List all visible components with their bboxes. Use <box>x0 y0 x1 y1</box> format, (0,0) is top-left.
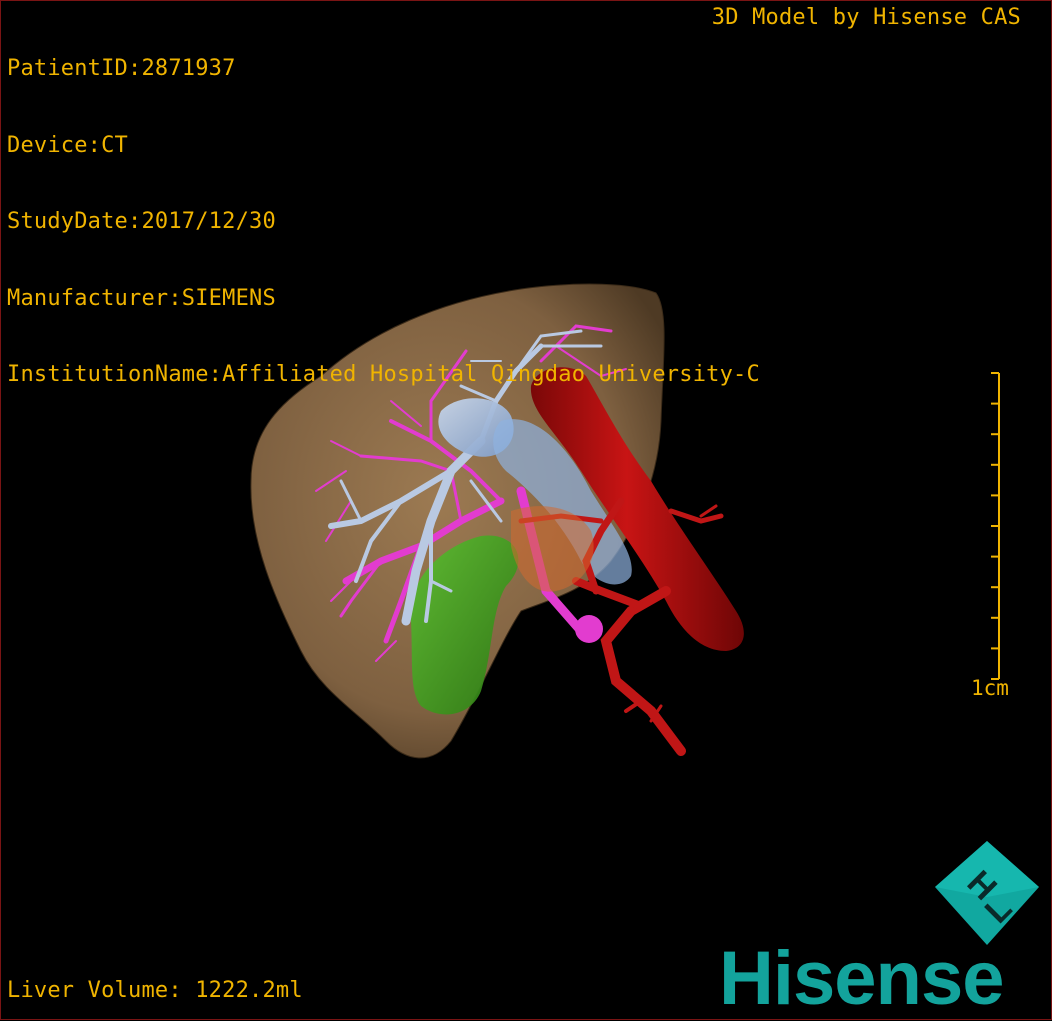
hisense-cube-logo: H L <box>935 841 1039 945</box>
scale-bar: 1cm <box>961 371 1041 711</box>
hisense-wordmark: Hisense <box>719 936 1004 1021</box>
study-date: StudyDate:2017/12/30 <box>7 209 276 234</box>
manufacturer: Manufacturer:SIEMENS <box>7 285 276 311</box>
model-credit: 3D Model by Hisense CAS <box>711 5 1021 30</box>
institution-name: InstitutionName:Affiliated Hospital Qing… <box>7 362 760 387</box>
patient-info-overlay: PatientID:2871937 Device:CT StudyDate:20… <box>7 5 760 439</box>
patient-id: PatientID:2871937 <box>7 56 236 81</box>
scale-label: 1cm <box>971 676 1009 700</box>
liver-volume-readout: Liver Volume: 1222.2ml <box>7 978 303 1003</box>
3d-viewport[interactable]: PatientID:2871937 Device:CT StudyDate:20… <box>0 0 1052 1020</box>
scale-ruler <box>991 372 1000 680</box>
device: Device:CT <box>7 132 129 158</box>
